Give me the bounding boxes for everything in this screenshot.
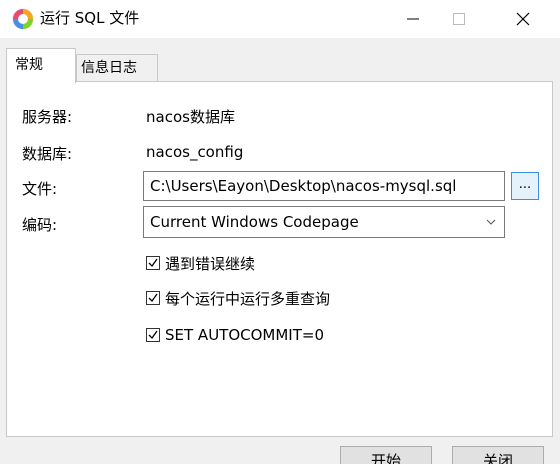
encoding-value: Current Windows Codepage [150, 213, 359, 231]
browse-button[interactable]: ... [511, 172, 539, 200]
tab-label: 常规 [15, 57, 43, 73]
title-bar: 运行 SQL 文件 [0, 0, 560, 38]
tab-general[interactable]: 常规 [6, 48, 76, 83]
encoding-label: 编码: [22, 216, 58, 234]
close-icon [516, 12, 530, 26]
check-icon [148, 293, 158, 303]
start-button[interactable]: 开始 [340, 446, 432, 464]
minimize-icon [407, 18, 419, 20]
option-label: SET AUTOCOMMIT=0 [165, 326, 325, 344]
multi-query-option[interactable]: 每个运行中运行多重查询 [146, 288, 330, 308]
file-path-input[interactable]: C:\Users\Eayon\Desktop\nacos-mysql.sql [143, 171, 505, 201]
check-icon [148, 330, 158, 340]
checkbox[interactable] [146, 328, 160, 342]
option-label: 每个运行中运行多重查询 [165, 289, 331, 308]
encoding-select[interactable]: Current Windows Codepage [143, 206, 505, 238]
tab-message-log[interactable]: 信息日志 [76, 54, 158, 82]
window-title: 运行 SQL 文件 [40, 9, 140, 27]
continue-on-error-option[interactable]: 遇到错误继续 [146, 253, 255, 273]
chevron-down-icon [486, 219, 496, 225]
close-button[interactable]: 关闭 [452, 446, 544, 464]
autocommit-option[interactable]: SET AUTOCOMMIT=0 [146, 325, 324, 345]
tab-bar: 常规 信息日志 [0, 48, 560, 83]
tab-label: 信息日志 [81, 60, 137, 76]
server-label: 服务器: [22, 108, 73, 126]
minimize-button[interactable] [390, 0, 436, 38]
checkbox[interactable] [146, 291, 160, 305]
database-value: nacos_config [146, 143, 244, 161]
maximize-icon [453, 13, 465, 25]
check-icon [148, 258, 158, 268]
close-window-button[interactable] [500, 0, 546, 38]
file-label: 文件: [22, 180, 58, 198]
maximize-button[interactable] [436, 0, 482, 38]
general-panel [6, 81, 553, 437]
server-value: nacos数据库 [146, 108, 235, 126]
app-logo-icon [12, 8, 34, 30]
option-label: 遇到错误继续 [165, 254, 256, 273]
checkbox[interactable] [146, 256, 160, 270]
database-label: 数据库: [22, 145, 73, 163]
